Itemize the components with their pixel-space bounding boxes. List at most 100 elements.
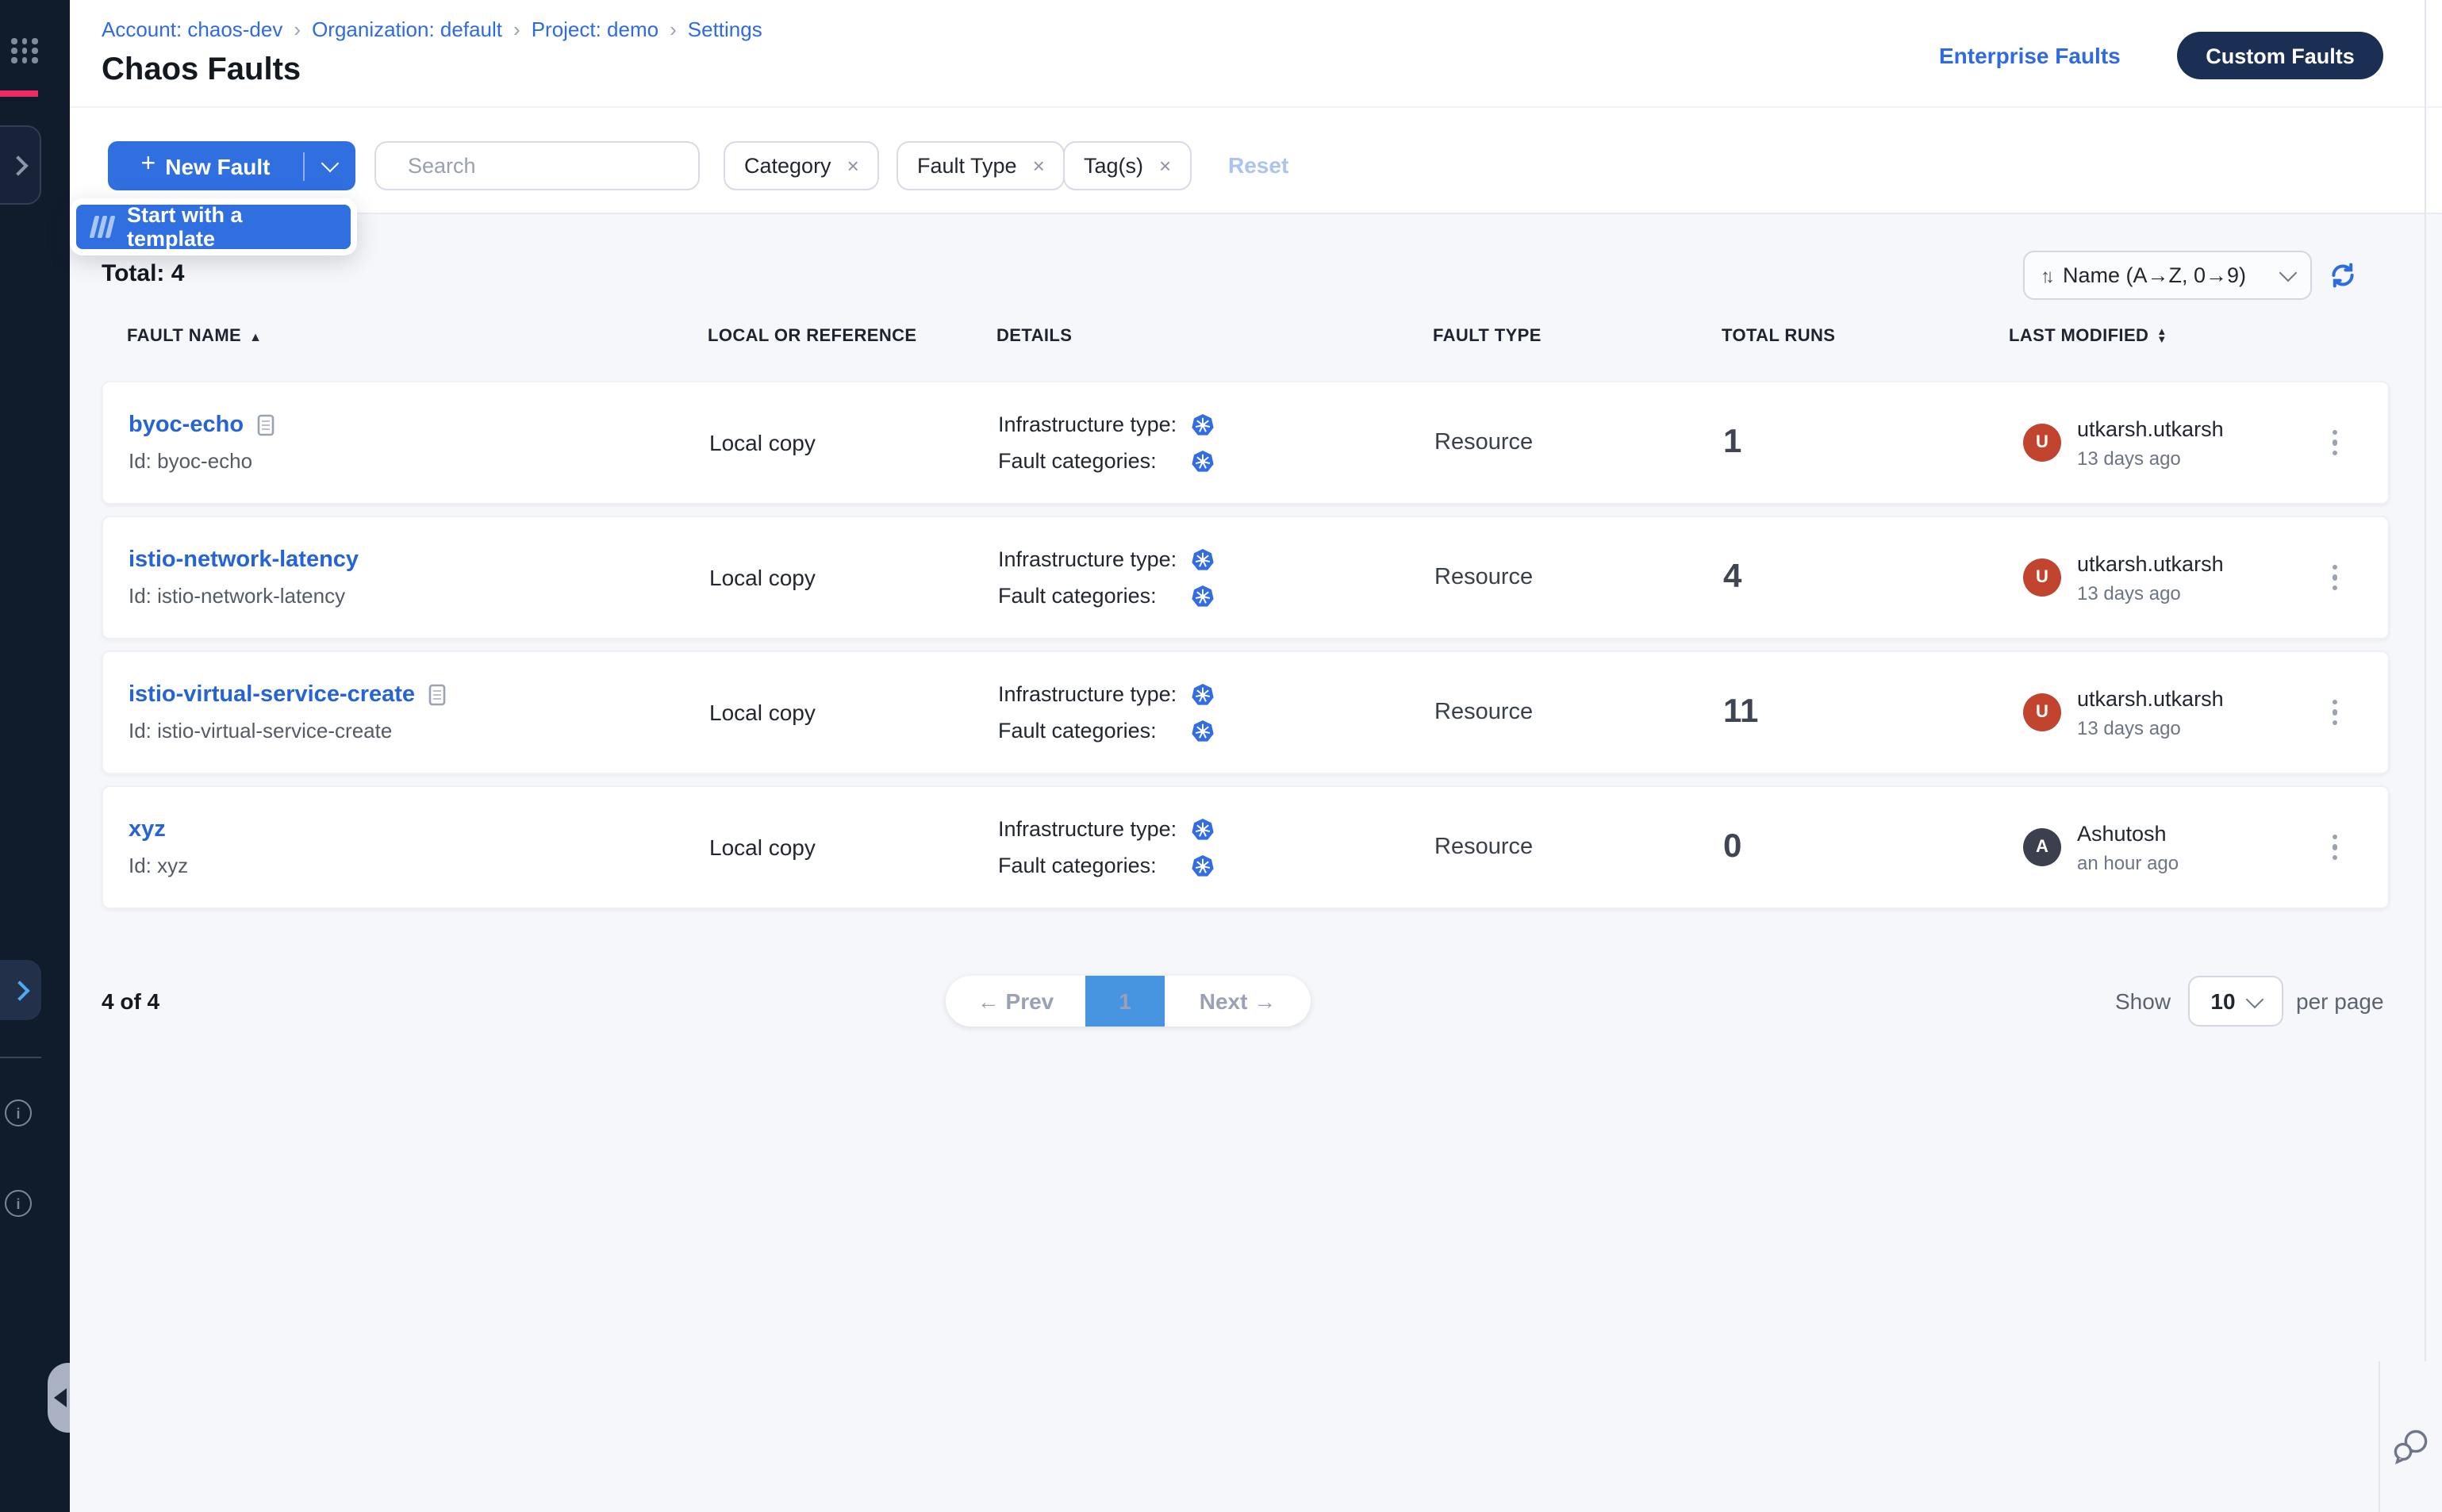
infrastructure-type-label: Infrastructure type: (998, 547, 1192, 571)
avatar: A (2023, 828, 2061, 866)
row-menu-button[interactable] (2325, 558, 2344, 597)
copy-icon[interactable] (428, 684, 445, 706)
fault-name-link[interactable]: byoc-echo (129, 413, 244, 438)
nav-expand-button-top[interactable] (0, 125, 41, 205)
fault-type: Resource (1434, 430, 1723, 455)
breadcrumb-separator: › (294, 17, 301, 41)
new-fault-button[interactable]: + New Fault (108, 141, 355, 190)
nav-expand-button-bottom[interactable] (0, 960, 41, 1020)
fault-id: Id: xyz (129, 854, 709, 877)
modified-time: an hour ago (2077, 851, 2179, 873)
close-icon[interactable]: × (1159, 154, 1171, 178)
enterprise-faults-link[interactable]: Enterprise Faults (1939, 43, 2121, 68)
kubernetes-icon (1192, 683, 1214, 705)
breadcrumb-settings[interactable]: Settings (688, 17, 762, 41)
chevron-down-icon (2245, 990, 2263, 1008)
table-row[interactable]: xyz Id: xyz Local copy Infrastructure ty… (102, 785, 2390, 909)
fault-type: Resource (1434, 700, 1723, 725)
sort-select[interactable]: ↑↓ Name (A→Z, 0→9) (2023, 251, 2312, 300)
custom-faults-button[interactable]: Custom Faults (2177, 32, 2383, 79)
local-or-reference: Local copy (709, 835, 998, 860)
column-last-modified[interactable]: LAST MODIFIED ▲▼ (2009, 327, 2390, 346)
close-icon[interactable]: × (1033, 154, 1045, 178)
reset-filters-link[interactable]: Reset (1228, 152, 1288, 178)
chat-support-icon[interactable] (2390, 1426, 2432, 1469)
filter-chip-tags[interactable]: Tag(s) × (1063, 141, 1192, 190)
sort-select-value: Name (A→Z, 0→9) (2063, 263, 2246, 287)
row-menu-button[interactable] (2325, 693, 2344, 732)
new-fault-dropdown-toggle[interactable] (305, 162, 355, 170)
show-label: Show (2115, 988, 2171, 1014)
sort-arrows-icon: ↑↓ (2041, 264, 2050, 286)
refresh-button[interactable] (2329, 262, 2356, 289)
plus-icon: + (141, 151, 156, 179)
breadcrumb: Account: chaos-dev › Organization: defau… (102, 17, 762, 41)
filter-chip-category[interactable]: Category × (724, 141, 880, 190)
breadcrumb-account[interactable]: Account: chaos-dev (102, 17, 282, 41)
search-input[interactable] (405, 152, 692, 179)
modified-by-user: utkarsh.utkarsh (2077, 416, 2224, 440)
row-menu-button[interactable] (2325, 828, 2344, 867)
breadcrumb-organization[interactable]: Organization: default (312, 17, 502, 41)
next-page-button[interactable]: Next → (1165, 976, 1311, 1027)
chip-label: Tag(s) (1084, 154, 1143, 178)
main-content: Account: chaos-dev › Organization: defau… (70, 0, 2442, 1512)
total-runs: 0 (1723, 828, 2010, 866)
column-local-or-reference: LOCAL OR REFERENCE (708, 327, 996, 346)
avatar: U (2023, 558, 2061, 597)
fault-id: Id: byoc-echo (129, 449, 709, 473)
table-row[interactable]: byoc-echo Id: byoc-echo Local copy Infra… (102, 381, 2390, 505)
copy-icon[interactable] (256, 414, 274, 436)
infrastructure-type-label: Infrastructure type: (998, 682, 1192, 706)
column-label: FAULT TYPE (1433, 327, 1542, 346)
kubernetes-icon (1192, 818, 1214, 840)
infrastructure-type-label: Infrastructure type: (998, 413, 1192, 436)
row-menu-button[interactable] (2325, 424, 2344, 462)
column-total-runs: TOTAL RUNS (1722, 327, 2009, 346)
fault-id: Id: istio-network-latency (129, 584, 709, 608)
info-icon[interactable]: i (5, 1190, 32, 1217)
info-icon[interactable]: i (5, 1099, 32, 1126)
total-runs: 1 (1723, 424, 2010, 462)
page-size-select[interactable]: 10 (2188, 976, 2283, 1027)
close-icon[interactable]: × (847, 154, 859, 178)
fault-type: Resource (1434, 565, 1723, 590)
fault-id: Id: istio-virtual-service-create (129, 719, 709, 743)
page-title: Chaos Faults (102, 52, 301, 89)
chevron-down-icon (2279, 264, 2298, 282)
column-details: DETAILS (996, 327, 1433, 346)
total-runs: 4 (1723, 558, 2010, 597)
sort-both-icon: ▲▼ (2156, 328, 2167, 345)
fault-name-link[interactable]: istio-network-latency (129, 547, 359, 573)
new-fault-label: New Fault (165, 153, 270, 178)
breadcrumb-separator: › (513, 17, 520, 41)
breadcrumb-project[interactable]: Project: demo (532, 17, 658, 41)
infrastructure-type-label: Infrastructure type: (998, 817, 1192, 841)
filter-chip-fault-type[interactable]: Fault Type × (897, 141, 1065, 190)
modified-time: 13 days ago (2077, 447, 2224, 469)
modified-time: 13 days ago (2077, 581, 2224, 604)
table-row[interactable]: istio-virtual-service-create Id: istio-v… (102, 650, 2390, 774)
breadcrumb-separator: › (670, 17, 677, 41)
total-count: Total: 4 (102, 260, 184, 287)
app-grid-icon[interactable] (11, 38, 38, 63)
fault-name-link[interactable]: istio-virtual-service-create (129, 682, 415, 708)
fault-categories-label: Fault categories: (998, 449, 1192, 473)
page-number-active[interactable]: 1 (1085, 976, 1165, 1027)
pagination: ← Prev 1 Next → (946, 976, 1311, 1027)
chevron-down-icon (321, 155, 340, 173)
modified-by-user: Ashutosh (2077, 821, 2179, 845)
triangle-left-icon (54, 1388, 67, 1407)
avatar: U (2023, 693, 2061, 731)
prev-page-button[interactable]: ← Prev (946, 976, 1085, 1027)
fault-name-link[interactable]: xyz (129, 817, 166, 842)
menu-item-label: Start with a template (127, 203, 335, 251)
search-field (374, 141, 700, 190)
widget-edge-divider (2379, 1361, 2380, 1512)
table-row[interactable]: istio-network-latency Id: istio-network-… (102, 516, 2390, 639)
fault-categories-label: Fault categories: (998, 719, 1192, 743)
avatar: U (2023, 424, 2061, 462)
menu-item-start-with-template[interactable]: Start with a template (76, 205, 351, 249)
column-label: LOCAL OR REFERENCE (708, 327, 917, 346)
column-fault-name[interactable]: FAULT NAME ▲ (127, 327, 708, 346)
